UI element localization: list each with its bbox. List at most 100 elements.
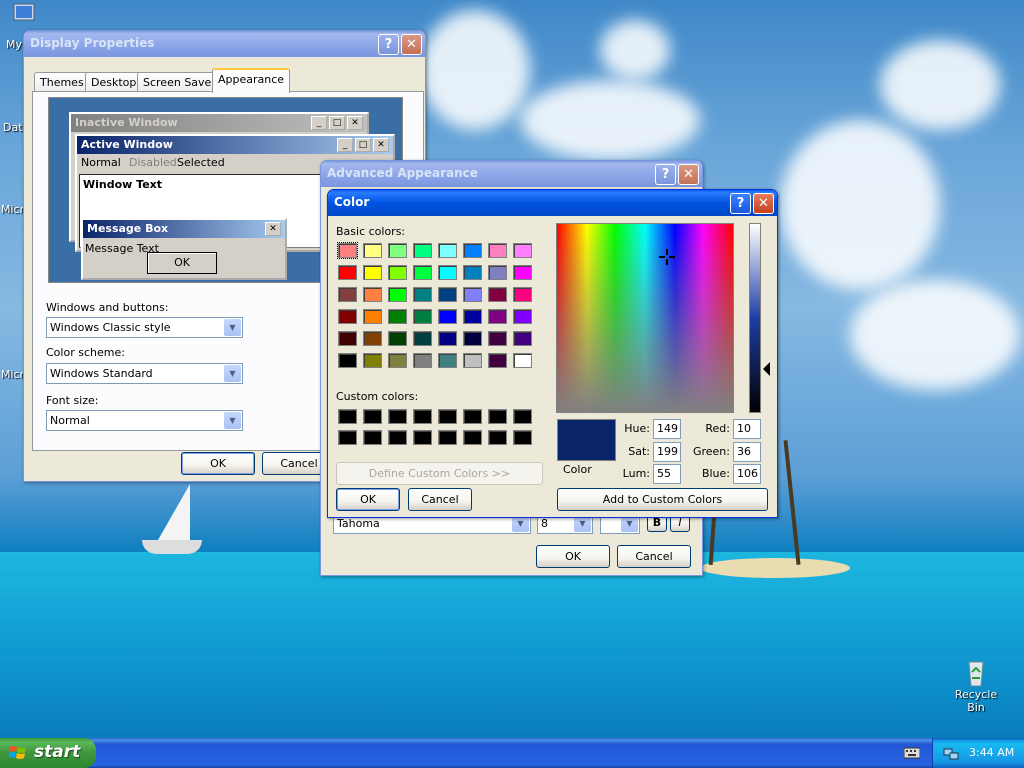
custom-color-swatch[interactable] <box>463 430 482 445</box>
basic-color-swatch[interactable] <box>463 353 482 368</box>
add-to-custom-colors-button[interactable]: Add to Custom Colors <box>557 488 768 511</box>
desktop-icon-recycle-bin[interactable]: Recycle Bin <box>946 656 1006 714</box>
basic-color-swatch[interactable] <box>363 243 382 258</box>
basic-color-swatch[interactable] <box>388 309 407 324</box>
ok-button[interactable]: OK <box>181 452 255 475</box>
custom-color-swatch[interactable] <box>513 409 532 424</box>
basic-color-swatch[interactable] <box>513 309 532 324</box>
basic-color-swatch[interactable] <box>463 287 482 302</box>
green-field[interactable]: 36 <box>733 442 761 462</box>
luminosity-slider[interactable] <box>749 223 761 413</box>
basic-color-swatch[interactable] <box>413 287 432 302</box>
help-button[interactable]: ? <box>730 193 751 214</box>
basic-color-swatch[interactable] <box>513 265 532 280</box>
basic-color-swatch[interactable] <box>488 353 507 368</box>
red-field[interactable]: 10 <box>733 419 761 439</box>
luminosity-arrow-icon[interactable] <box>763 362 770 376</box>
basic-color-swatch[interactable] <box>388 243 407 258</box>
basic-color-swatch[interactable] <box>513 331 532 346</box>
basic-color-swatch[interactable] <box>438 287 457 302</box>
custom-color-swatch[interactable] <box>488 409 507 424</box>
windows-buttons-select[interactable]: Windows Classic style ▼ <box>46 317 243 338</box>
basic-color-swatch[interactable] <box>388 353 407 368</box>
basic-color-swatch[interactable] <box>438 353 457 368</box>
close-button[interactable]: ✕ <box>678 164 699 185</box>
basic-color-swatch[interactable] <box>363 309 382 324</box>
lum-field[interactable]: 55 <box>653 464 681 484</box>
basic-color-swatch[interactable] <box>413 265 432 280</box>
keyboard-icon[interactable] <box>904 747 920 759</box>
custom-color-swatch[interactable] <box>413 430 432 445</box>
basic-color-swatch[interactable] <box>338 353 357 368</box>
define-custom-colors-button[interactable]: Define Custom Colors >> <box>336 462 543 485</box>
tab-themes[interactable]: Themes <box>34 72 90 92</box>
basic-color-swatch[interactable] <box>438 243 457 258</box>
custom-color-swatch[interactable] <box>338 409 357 424</box>
basic-color-swatch[interactable] <box>363 353 382 368</box>
custom-color-swatch[interactable] <box>438 409 457 424</box>
basic-color-swatch[interactable] <box>488 287 507 302</box>
close-button[interactable]: ✕ <box>753 193 774 214</box>
cancel-button[interactable]: Cancel <box>617 545 691 568</box>
basic-color-swatch[interactable] <box>413 353 432 368</box>
basic-color-swatch[interactable] <box>488 331 507 346</box>
basic-color-swatch[interactable] <box>413 309 432 324</box>
tab-screen-saver[interactable]: Screen Saver <box>137 72 222 92</box>
tab-desktop[interactable]: Desktop <box>85 72 143 92</box>
basic-color-swatch[interactable] <box>513 243 532 258</box>
chevron-down-icon[interactable]: ▼ <box>224 319 241 336</box>
basic-color-swatch[interactable] <box>388 287 407 302</box>
color-spectrum[interactable] <box>556 223 734 413</box>
basic-color-swatch[interactable] <box>463 265 482 280</box>
custom-color-swatch[interactable] <box>513 430 532 445</box>
custom-color-swatch[interactable] <box>388 430 407 445</box>
color-dialog-titlebar[interactable]: Color ? ✕ <box>328 190 777 216</box>
basic-color-swatch[interactable] <box>438 331 457 346</box>
basic-color-swatch[interactable] <box>338 265 357 280</box>
display-properties-titlebar[interactable]: Display Properties ? ✕ <box>24 31 425 57</box>
basic-color-swatch[interactable] <box>338 331 357 346</box>
basic-color-swatch[interactable] <box>438 265 457 280</box>
help-button[interactable]: ? <box>378 34 399 55</box>
basic-color-swatch[interactable] <box>338 287 357 302</box>
basic-color-swatch[interactable] <box>388 265 407 280</box>
basic-color-swatch[interactable] <box>488 243 507 258</box>
basic-color-swatch[interactable] <box>363 287 382 302</box>
basic-color-swatch[interactable] <box>363 331 382 346</box>
basic-color-swatch[interactable] <box>338 309 357 324</box>
advanced-appearance-titlebar[interactable]: Advanced Appearance ? ✕ <box>321 161 702 187</box>
tab-appearance[interactable]: Appearance <box>212 68 291 93</box>
custom-color-swatch[interactable] <box>363 409 382 424</box>
basic-color-swatch[interactable] <box>388 331 407 346</box>
start-button[interactable]: start <box>0 738 96 768</box>
cancel-button[interactable]: Cancel <box>408 488 472 511</box>
custom-color-swatch[interactable] <box>338 430 357 445</box>
close-button[interactable]: ✕ <box>401 34 422 55</box>
custom-color-swatch[interactable] <box>413 409 432 424</box>
basic-color-swatch[interactable] <box>337 242 358 259</box>
ok-button[interactable]: OK <box>336 488 400 511</box>
network-icon[interactable] <box>943 745 959 761</box>
basic-color-swatch[interactable] <box>363 265 382 280</box>
basic-color-swatch[interactable] <box>463 309 482 324</box>
basic-color-swatch[interactable] <box>463 331 482 346</box>
custom-color-swatch[interactable] <box>488 430 507 445</box>
hue-field[interactable]: 149 <box>653 419 681 439</box>
font-size-select[interactable]: Normal ▼ <box>46 410 243 431</box>
basic-color-swatch[interactable] <box>413 331 432 346</box>
custom-color-swatch[interactable] <box>463 409 482 424</box>
basic-color-swatch[interactable] <box>513 353 532 368</box>
custom-color-swatch[interactable] <box>438 430 457 445</box>
chevron-down-icon[interactable]: ▼ <box>224 412 241 429</box>
custom-color-swatch[interactable] <box>388 409 407 424</box>
blue-field[interactable]: 106 <box>733 464 761 484</box>
color-scheme-select[interactable]: Windows Standard ▼ <box>46 363 243 384</box>
clock[interactable]: 3:44 AM <box>969 746 1014 759</box>
basic-color-swatch[interactable] <box>488 309 507 324</box>
basic-color-swatch[interactable] <box>513 287 532 302</box>
basic-color-swatch[interactable] <box>413 243 432 258</box>
help-button[interactable]: ? <box>655 164 676 185</box>
basic-color-swatch[interactable] <box>438 309 457 324</box>
basic-color-swatch[interactable] <box>463 243 482 258</box>
ok-button[interactable]: OK <box>536 545 610 568</box>
